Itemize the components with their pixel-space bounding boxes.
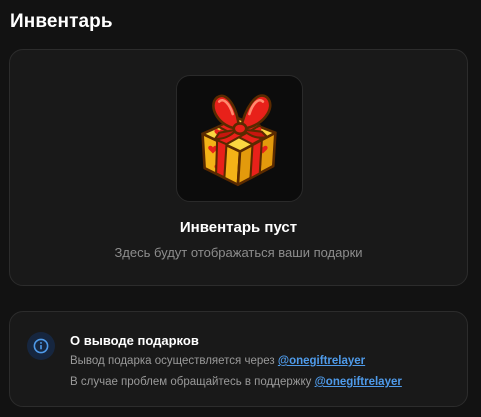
page-title: Инвентарь <box>10 11 113 32</box>
withdraw-info-title: О выводе подарков <box>70 333 199 348</box>
gift-box-icon <box>200 93 277 186</box>
withdraw-info-card: О выводе подарков Вывод подарка осуществ… <box>9 311 468 407</box>
inventory-page: Инвентарь Инвентарь пуст Здесь будут ото… <box>0 0 481 417</box>
support-link[interactable]: @onegiftrelayer <box>315 376 402 388</box>
relayer-link[interactable]: @onegiftrelayer <box>278 355 365 367</box>
support-info-text: В случае проблем обращайтесь в поддержку <box>70 376 312 388</box>
empty-inventory-subtitle: Здесь будут отображаться ваши подарки <box>114 245 363 260</box>
withdraw-info-text: Вывод подарка осуществляется через <box>70 355 275 367</box>
withdraw-info-line: Вывод подарка осуществляется через @oneg… <box>70 355 365 367</box>
empty-inventory-title: Инвентарь пуст <box>179 219 298 236</box>
gift-illustration-tile <box>176 75 303 202</box>
info-icon <box>27 332 55 360</box>
empty-inventory-card: Инвентарь пуст Здесь будут отображаться … <box>9 49 468 286</box>
support-info-line: В случае проблем обращайтесь в поддержку… <box>70 376 402 388</box>
